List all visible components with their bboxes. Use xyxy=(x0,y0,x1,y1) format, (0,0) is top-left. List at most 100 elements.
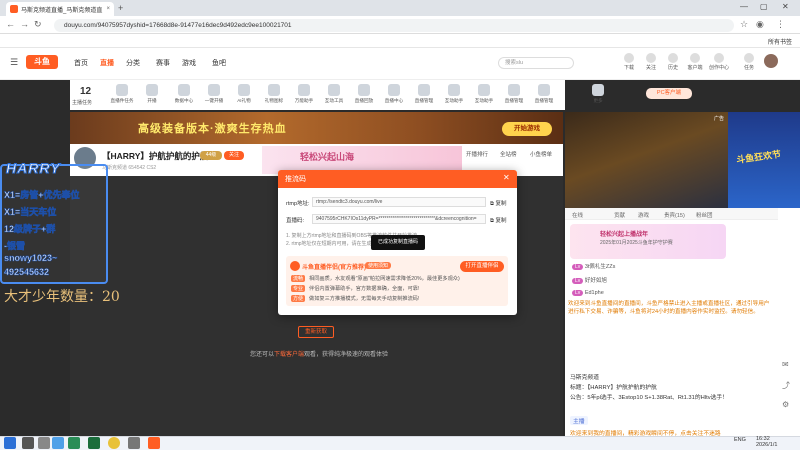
profile-icon[interactable]: ◉ xyxy=(756,19,764,30)
tool-item[interactable]: 直播管理 xyxy=(532,84,556,104)
header-task[interactable]: 任务 xyxy=(738,53,760,71)
ad-video[interactable]: 广告 xyxy=(565,112,728,208)
header-download[interactable]: 下载 xyxy=(618,53,640,71)
gift-card[interactable]: 轻松兴起上播战年 2025年01月2025斗鱼年护守护赛 xyxy=(570,224,726,259)
header-client[interactable]: 客户端 xyxy=(684,53,706,71)
banner-text: 高级装备版本·激爽生存热血 xyxy=(138,123,287,135)
tool-more[interactable]: 更多 xyxy=(586,84,610,104)
tab-fans[interactable]: 粉丝团 xyxy=(696,211,713,219)
reload-icon[interactable]: ↻ xyxy=(34,19,42,30)
search-input[interactable]: 搜索slu xyxy=(498,57,574,69)
search-icon[interactable] xyxy=(22,437,34,449)
room-title: 【HARRY】护航护航的护航 xyxy=(102,151,209,161)
url-input[interactable]: douyu.com/94075957dyshid=17668d8e-91477e… xyxy=(54,19,734,32)
new-tab-button[interactable]: + xyxy=(118,3,123,13)
header-history[interactable]: 历史 xyxy=(662,53,684,71)
pc-client-button[interactable]: PC客户端 xyxy=(646,88,692,99)
back-arrow-icon[interactable]: ← xyxy=(6,19,15,29)
rank-tab[interactable]: 开播排行 xyxy=(466,150,488,158)
festival-text: 斗鱼狂欢节 xyxy=(735,148,782,166)
browser-tab[interactable]: 马斯克频道直播_马斯克频道直 × xyxy=(6,2,114,16)
tool-item[interactable]: 直播管理 xyxy=(412,84,436,104)
tool-item[interactable]: 万能助手 xyxy=(292,84,316,104)
copy-rtmp-button[interactable]: ⧉ 复制 xyxy=(490,199,506,208)
overlay-row: snowy1023~ xyxy=(4,253,58,264)
rtmp-field[interactable]: rtmp://sendtc3.douyu.com/live xyxy=(312,197,486,207)
tool-icon xyxy=(268,84,280,96)
tool-item[interactable]: 互动工具 xyxy=(322,84,346,104)
rank-tab[interactable]: 小鱼榜单 xyxy=(530,150,552,158)
user-level-pill: Lv xyxy=(572,290,584,296)
chrome-icon[interactable] xyxy=(108,437,120,449)
tool-item[interactable]: 互动助手 xyxy=(442,84,466,104)
stream-key-field[interactable]: 9407595rCHK7IOs11dyPR=******************… xyxy=(312,214,486,224)
minimize-button[interactable]: — xyxy=(740,2,748,11)
douyu-app-icon[interactable] xyxy=(148,437,160,449)
lang-indicator[interactable]: ENG xyxy=(734,437,746,443)
all-bookmarks-link[interactable]: 所有书签 xyxy=(768,37,792,46)
tab-vip[interactable]: 贵宾(15) xyxy=(664,211,685,219)
tool-item[interactable]: 直播回放 xyxy=(352,84,376,104)
tab-contrib[interactable]: 贡献 xyxy=(614,211,625,219)
tab-game[interactable]: 游戏 xyxy=(638,211,649,219)
copy-key-button[interactable]: ⧉ 复制 xyxy=(490,216,506,225)
nav-category[interactable]: 分类 xyxy=(126,58,140,68)
tool-icon xyxy=(358,84,370,96)
chat-message: Lv 3t佩礼生ZZs xyxy=(572,262,615,270)
nav-live[interactable]: 直播 xyxy=(100,58,114,68)
open-companion-button[interactable]: 打开直播伴侣 xyxy=(460,261,504,272)
level-label: 主播任务 xyxy=(72,100,93,106)
festival-ad[interactable]: 斗鱼狂欢节 xyxy=(728,112,800,208)
start-game-button[interactable]: 开始游戏 xyxy=(502,122,552,136)
companion-tag[interactable]: 使用须知 xyxy=(365,262,392,269)
tool-item[interactable]: 互动助手 xyxy=(472,84,496,104)
overlay-counter: 大才少年数量：20 xyxy=(4,289,120,305)
refetch-button[interactable]: 重新获取 xyxy=(298,326,334,338)
tool-icon xyxy=(448,84,460,96)
tool-item[interactable]: 直播件任务 xyxy=(110,84,134,104)
url-text: douyu.com/94075957dyshid=17668d8e-91477e… xyxy=(64,22,292,29)
overlay-row: 12级牌子+群 xyxy=(4,224,56,235)
clock[interactable]: 16:32 2026/1/1 xyxy=(756,436,777,448)
modal-close-icon[interactable]: ✕ xyxy=(503,173,510,182)
nav-fishbar[interactable]: 鱼吧 xyxy=(212,58,226,68)
nav-home[interactable]: 首页 xyxy=(74,58,88,68)
close-window-button[interactable]: ✕ xyxy=(782,2,789,11)
settings-icon[interactable]: ⚙ xyxy=(782,400,789,409)
tool-item[interactable]: 开播 xyxy=(140,84,164,104)
tool-item[interactable]: AI礼物 xyxy=(232,84,256,104)
companion-feature: 专业 伴侣内置弹幕助手，官方数据准确，全面，可靠! xyxy=(291,285,420,292)
download-client-link[interactable]: 下载客户端 xyxy=(274,352,304,358)
share-icon[interactable]: ⤴ xyxy=(782,380,790,391)
app-icon[interactable] xyxy=(68,437,80,449)
tab-online[interactable]: 在线 xyxy=(572,211,583,219)
tool-item[interactable]: 数据中心 xyxy=(172,84,196,104)
tool-item[interactable]: 一键开播 xyxy=(202,84,226,104)
hamburger-icon[interactable]: ☰ xyxy=(10,57,18,68)
user-avatar[interactable] xyxy=(764,54,778,68)
douyu-logo[interactable]: 斗鱼 xyxy=(26,55,58,69)
tool-item[interactable]: 礼物图标 xyxy=(262,84,286,104)
menu-dots-icon[interactable]: ⋮ xyxy=(776,19,785,30)
bookmark-star-icon[interactable]: ☆ xyxy=(740,19,748,30)
app-icon[interactable] xyxy=(88,437,100,449)
windows-start-icon[interactable] xyxy=(4,437,16,449)
nav-games[interactable]: 游戏 xyxy=(182,58,196,68)
tool-item[interactable]: 直播中心 xyxy=(382,84,406,104)
header-creator[interactable]: 创作中心 xyxy=(708,53,730,71)
follow-button[interactable]: 关注 xyxy=(224,151,244,160)
download-icon xyxy=(624,53,634,63)
tool-item[interactable]: 直播管理 xyxy=(502,84,526,104)
anchor-tag: 主播 xyxy=(570,416,588,425)
rank-tab[interactable]: 全站榜 xyxy=(500,150,517,158)
taskview-icon[interactable] xyxy=(38,437,50,449)
clock-icon xyxy=(668,53,678,63)
app-icon[interactable] xyxy=(52,437,64,449)
nav-events[interactable]: 赛事 xyxy=(156,58,170,68)
header-follow[interactable]: 关注 xyxy=(640,53,662,71)
app-icon[interactable] xyxy=(128,437,140,449)
tab-close-icon[interactable]: × xyxy=(106,6,110,12)
maximize-button[interactable]: ▢ xyxy=(760,2,768,11)
message-icon[interactable]: ✉ xyxy=(782,360,789,369)
forward-arrow-icon[interactable]: → xyxy=(20,19,29,29)
